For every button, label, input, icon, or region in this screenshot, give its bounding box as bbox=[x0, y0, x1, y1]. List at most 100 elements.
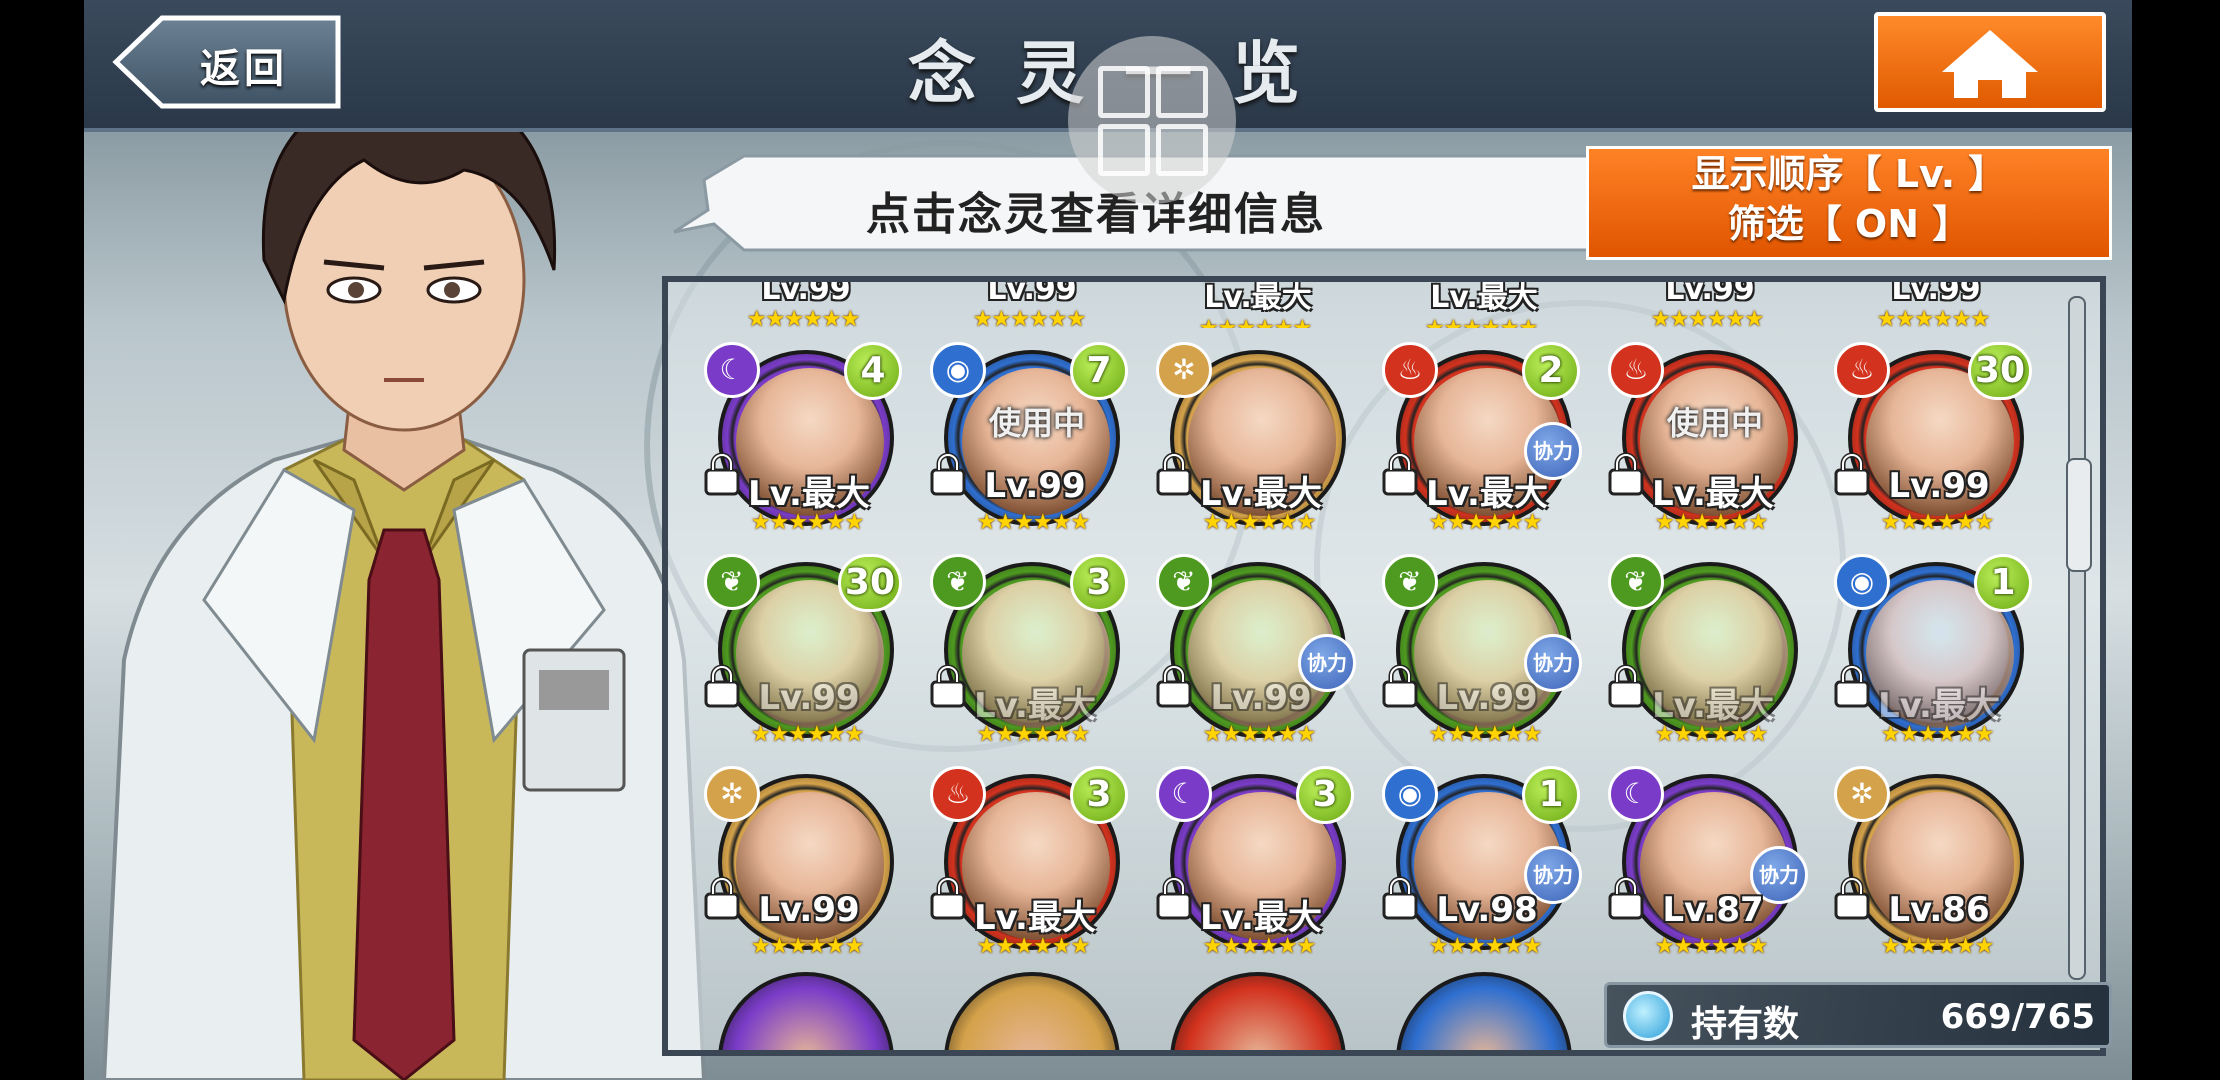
rarity-stars: ★★★★★★ bbox=[1202, 934, 1316, 959]
rarity-stars: ★★★★★★ bbox=[750, 510, 864, 535]
level-label: Lv.最大 bbox=[1200, 898, 1322, 938]
level-label: Lv.99 bbox=[987, 282, 1077, 307]
in-use-label: 使用中 bbox=[988, 404, 1085, 442]
rarity-stars: ★★★★★★ bbox=[1396, 316, 1566, 328]
rarity-stars: ★★★★★★ bbox=[1654, 934, 1768, 959]
rarity-stars: ★★★★★★ bbox=[1880, 934, 1994, 959]
rarity-stars: ★★★★★★ bbox=[1202, 510, 1316, 535]
partial-spirit-card[interactable]: Lv.最大★★★★★★ bbox=[1170, 282, 1346, 328]
level-label: Lv.99 bbox=[758, 890, 860, 930]
rarity-stars: ★★★★★★ bbox=[1170, 316, 1340, 328]
spirit-card[interactable]: ✲ Lv.86 ★★★★★★ bbox=[1834, 766, 2034, 966]
level-label: Lv.99 bbox=[1888, 466, 1990, 506]
spirit-card[interactable]: ❦ 3 Lv.最大 ★★★★★★ bbox=[930, 554, 1130, 754]
duplicate-count-badge: 3 bbox=[1070, 554, 1128, 612]
spirit-card[interactable]: ◉ 1 协力 Lv.98 ★★★★★★ bbox=[1382, 766, 1582, 966]
spirit-card[interactable]: ♨ 使用中 Lv.最大 ★★★★★★ bbox=[1608, 342, 1808, 542]
home-button[interactable] bbox=[1874, 12, 2106, 112]
duplicate-count-badge: 30 bbox=[837, 554, 902, 612]
spirit-card[interactable]: ☾ 协力 Lv.87 ★★★★★★ bbox=[1608, 766, 1808, 966]
scrollbar[interactable] bbox=[2066, 296, 2092, 980]
level-label: Lv.最大 bbox=[748, 474, 870, 514]
level-label: Lv.最大 bbox=[1652, 686, 1774, 726]
duplicate-count-badge: 1 bbox=[1974, 554, 2032, 612]
spirit-card[interactable]: ❦ Lv.最大 ★★★★★★ bbox=[1608, 554, 1808, 754]
spirit-card[interactable]: ♨ 30 Lv.99 ★★★★★★ bbox=[1834, 342, 2034, 542]
level-label: Lv.99 bbox=[1665, 282, 1755, 307]
moon-element-icon: ☾ bbox=[1156, 766, 1212, 822]
home-icon bbox=[1942, 30, 2038, 98]
rarity-stars: ★★★★★★ bbox=[750, 934, 864, 959]
spirit-card[interactable]: ◉ 1 Lv.最大 ★★★★★★ bbox=[1834, 554, 2034, 754]
water-element-icon: ◉ bbox=[1382, 766, 1438, 822]
rarity-stars: ★★★★★★ bbox=[1428, 934, 1542, 959]
spirit-orb-icon bbox=[1623, 991, 1673, 1041]
partial-spirit-card[interactable] bbox=[1170, 972, 1346, 1050]
duplicate-count-badge: 1 bbox=[1522, 766, 1580, 824]
spirit-card[interactable]: ☾ 3 Lv.最大 ★★★★★★ bbox=[1156, 766, 1356, 966]
back-button[interactable]: 返回 bbox=[112, 12, 344, 112]
wood-element-icon: ❦ bbox=[704, 554, 760, 610]
rarity-stars: ★★★★★★ bbox=[1880, 722, 1994, 747]
rarity-stars: ★★★★★★ bbox=[976, 934, 1090, 959]
rarity-stars: ★★★★★★ bbox=[972, 307, 1086, 328]
partial-spirit-card[interactable]: Lv.99 ★★★★★★ bbox=[718, 282, 894, 328]
wood-element-icon: ❦ bbox=[1156, 554, 1212, 610]
sort-filter-button[interactable]: 显示顺序【 Lv. 】 筛选【 ON 】 bbox=[1586, 146, 2112, 260]
rarity-stars: ★★★★★★ bbox=[750, 722, 864, 747]
floating-menu-icon[interactable] bbox=[1068, 36, 1236, 204]
rarity-stars: ★★★★★★ bbox=[976, 722, 1090, 747]
level-label: Lv.86 bbox=[1888, 890, 1990, 930]
owned-count-value: 669/765 bbox=[1940, 997, 2095, 1037]
light-element-icon: ✲ bbox=[704, 766, 760, 822]
level-label: Lv.最大 bbox=[974, 898, 1096, 938]
spirit-card[interactable]: ❦ 协力 Lv.99 ★★★★★★ bbox=[1382, 554, 1582, 754]
fire-element-icon: ♨ bbox=[1382, 342, 1438, 398]
spirit-list-panel[interactable]: Lv.99★★★★★★Lv.99★★★★★★Lv.最大★★★★★★Lv.最大★★… bbox=[662, 276, 2106, 1056]
hint-text: 点击念灵查看详细信息 bbox=[866, 189, 1326, 240]
rarity-stars: ★★★★★★ bbox=[1650, 307, 1764, 328]
moon-element-icon: ☾ bbox=[704, 342, 760, 398]
water-element-icon: ◉ bbox=[1834, 554, 1890, 610]
level-label: Lv.最大 bbox=[1426, 474, 1548, 514]
rarity-stars: ★★★★★★ bbox=[1428, 722, 1542, 747]
back-button-label: 返回 bbox=[200, 46, 288, 92]
level-label: Lv.最大 bbox=[974, 686, 1096, 726]
partial-spirit-card[interactable] bbox=[1396, 972, 1572, 1050]
rarity-stars: ★★★★★★ bbox=[1202, 722, 1316, 747]
partial-spirit-card[interactable] bbox=[718, 972, 894, 1050]
wood-element-icon: ❦ bbox=[1382, 554, 1438, 610]
level-label: Lv.最大 bbox=[1204, 282, 1312, 315]
water-element-icon: ◉ bbox=[930, 342, 986, 398]
level-label: Lv.最大 bbox=[1200, 474, 1322, 514]
partial-spirit-card[interactable]: Lv.最大★★★★★★ bbox=[1396, 282, 1572, 328]
level-label: Lv.99 bbox=[761, 282, 851, 307]
spirit-card[interactable]: ❦ 30 Lv.99 ★★★★★★ bbox=[704, 554, 904, 754]
duplicate-count-badge: 3 bbox=[1070, 766, 1128, 824]
level-label: Lv.99 bbox=[984, 466, 1086, 506]
spirit-card[interactable]: ✲ Lv.99 ★★★★★★ bbox=[704, 766, 904, 966]
scroll-thumb[interactable] bbox=[2066, 458, 2092, 572]
partial-spirit-card[interactable]: Lv.99 ★★★★★★ bbox=[1622, 282, 1798, 328]
spirit-card[interactable]: ☾ 4 Lv.最大 ★★★★★★ bbox=[704, 342, 904, 542]
partial-spirit-card[interactable]: Lv.99 ★★★★★★ bbox=[944, 282, 1120, 328]
level-label: Lv.99 bbox=[1891, 282, 1981, 307]
level-label: Lv.87 bbox=[1662, 890, 1764, 930]
spirit-card[interactable]: ♨ 2 协力 Lv.最大 ★★★★★★ bbox=[1382, 342, 1582, 542]
wood-element-icon: ❦ bbox=[1608, 554, 1664, 610]
fire-element-icon: ♨ bbox=[1608, 342, 1664, 398]
spirit-card[interactable]: ◉ 7 使用中 Lv.99 ★★★★★★ bbox=[930, 342, 1130, 542]
spirit-card[interactable]: ♨ 3 Lv.最大 ★★★★★★ bbox=[930, 766, 1130, 966]
wood-element-icon: ❦ bbox=[930, 554, 986, 610]
rarity-stars: ★★★★★★ bbox=[1428, 510, 1542, 535]
spirit-card[interactable]: ❦ 协力 Lv.99 ★★★★★★ bbox=[1156, 554, 1356, 754]
spirit-card[interactable]: ✲ Lv.最大 ★★★★★★ bbox=[1156, 342, 1356, 542]
partial-spirit-card[interactable] bbox=[944, 972, 1120, 1050]
rarity-stars: ★★★★★★ bbox=[1880, 510, 1994, 535]
rarity-stars: ★★★★★★ bbox=[1654, 510, 1768, 535]
level-label: Lv.最大 bbox=[1652, 474, 1774, 514]
partial-spirit-card[interactable]: Lv.99 ★★★★★★ bbox=[1848, 282, 2024, 328]
level-label: Lv.最大 bbox=[1878, 686, 2000, 726]
light-element-icon: ✲ bbox=[1156, 342, 1212, 398]
rarity-stars: ★★★★★★ bbox=[1654, 722, 1768, 747]
